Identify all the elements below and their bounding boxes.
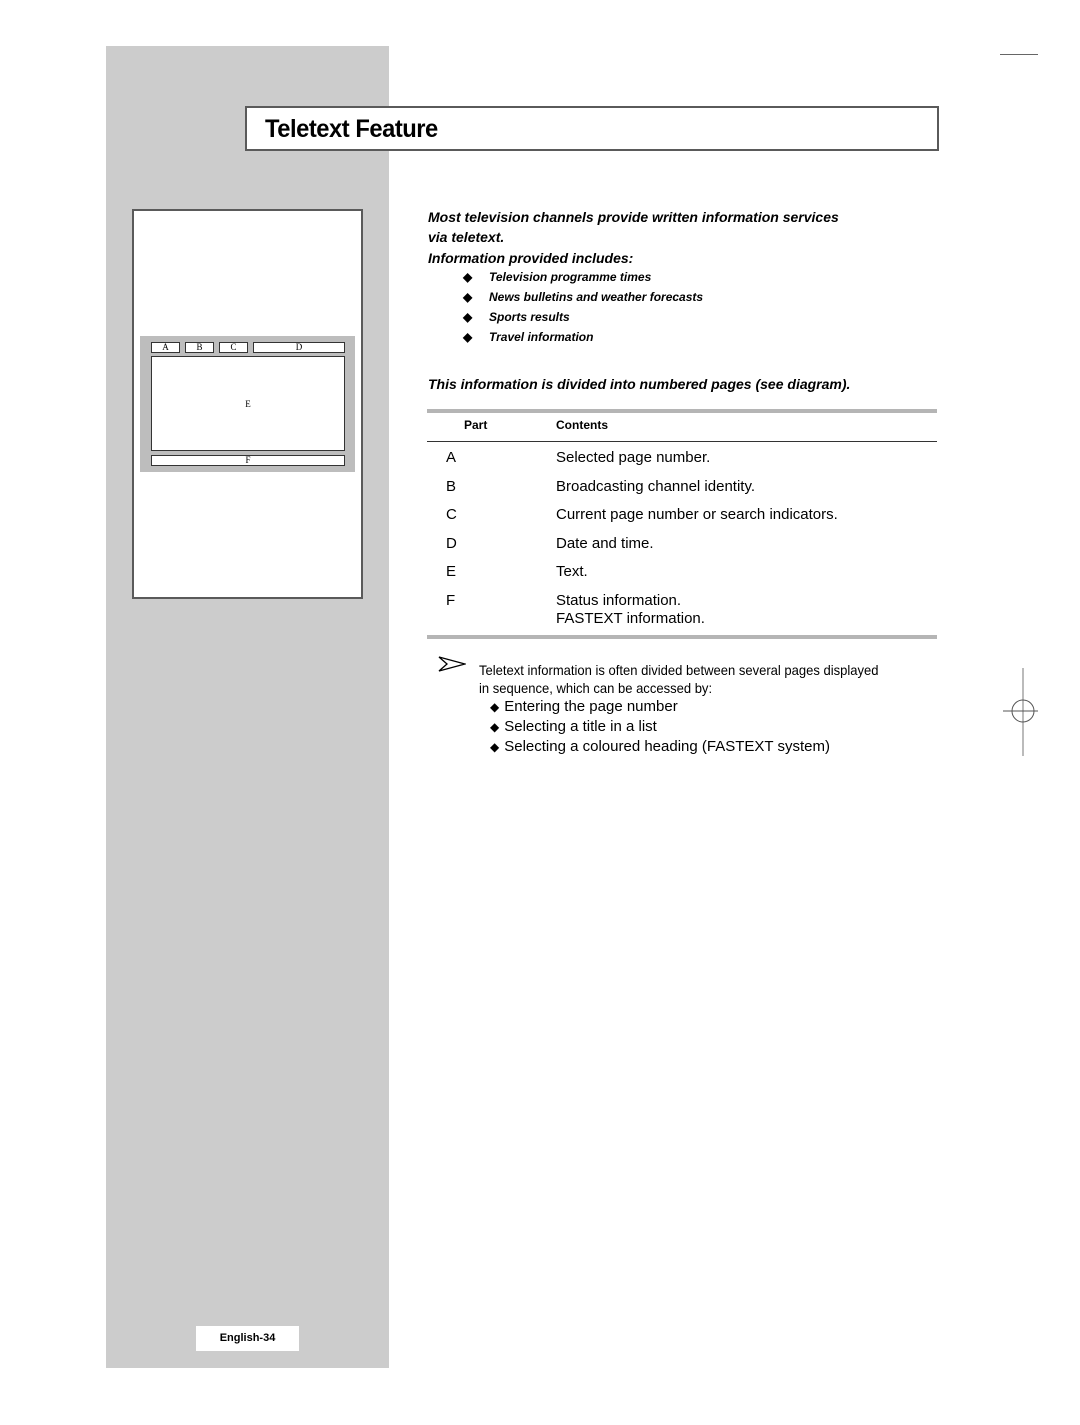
note-line-1: Teletext information is often divided be… [479,662,879,678]
page-title: Teletext Feature [265,115,438,143]
bullet-text: News bulletins and weather forecasts [489,290,704,304]
contents-cell: Text. [556,563,588,580]
contents-cell: Status information. [556,592,682,609]
page-number: English-34 [196,1326,299,1351]
diamond-bullet-icon: ◆ [463,310,473,324]
diagram-label-e: E [245,399,251,409]
bullet-text: Travel information [489,330,594,344]
diamond-bullet-icon: ◆ [490,720,500,734]
bullet-text: Selecting a coloured heading (FASTEXT sy… [504,738,830,755]
diamond-bullet-icon: ◆ [490,740,500,754]
table-bottom-rule [427,635,937,639]
contents-cell: Broadcasting channel identity. [556,478,756,495]
diagram-box-b: B [185,342,214,353]
list-item: ◆ Travel information [463,327,703,347]
diamond-bullet-icon: ◆ [463,330,473,344]
list-item: ◆ Sports results [463,307,703,327]
list-item: ◆ Selecting a coloured heading (FASTEXT s… [490,737,830,757]
bullet-text: Television programme times [489,270,652,284]
bullet-text: Selecting a title in a list [504,718,657,735]
diagram-label-a: A [162,342,169,352]
part-cell: A [446,449,457,466]
list-item: ◆ Selecting a title in a list [490,717,830,737]
access-methods-list: ◆ Entering the page number ◆ Selecting a t… [490,697,830,757]
diamond-bullet-icon: ◆ [463,290,473,304]
diagram-box-c: C [219,342,248,353]
diagram-label-b: B [196,342,203,352]
divided-note: This information is divided into numbere… [428,376,851,392]
bullet-text: Sports results [489,310,570,324]
diagram-box-e: E [151,356,345,451]
info-bullet-list: ◆ Television programme times ◆ News bullet… [463,267,703,347]
diagram-label-c: C [230,342,237,352]
list-item: ◆ Television programme times [463,267,703,287]
part-cell: B [446,478,457,495]
table-header-part: Part [464,418,488,432]
intro-line-1: Most television channels provide written… [428,209,839,225]
contents-cell: Date and time. [556,535,654,552]
contents-cell: FASTEXT information. [556,610,705,627]
diagram-box-d: D [253,342,345,353]
contents-cell: Selected page number. [556,449,711,466]
bullet-text: Entering the page number [504,698,678,715]
table-top-rule [427,409,937,413]
part-cell: F [446,592,456,609]
list-item: ◆ Entering the page number [490,697,830,717]
diagram-label-d: D [295,342,303,352]
diagram-box-a: A [151,342,180,353]
part-cell: C [446,506,457,523]
intro-line-2: via teletext. [428,229,505,245]
part-cell: E [446,563,457,580]
note-line-2: in sequence, which can be accessed by: [479,680,713,696]
table-header-rule [427,441,937,442]
diagram-label-f: F [245,455,251,465]
list-item: ◆ News bulletins and weather forecasts [463,287,703,307]
diagram-box-f: F [151,455,345,466]
note-text: Teletext information is often divided be… [479,661,949,697]
arrow-note-icon [438,656,468,677]
diamond-bullet-icon: ◆ [490,700,500,714]
diamond-bullet-icon: ◆ [463,270,473,284]
registration-mark-icon [1000,668,1040,765]
intro-line-3: Information provided includes: [428,250,634,266]
contents-cell: Current page number or search indicators… [556,506,838,523]
part-cell: D [446,535,457,552]
table-header-contents: Contents [556,418,608,432]
title-box: Teletext Feature [245,106,939,151]
crop-mark-top [1000,54,1038,55]
